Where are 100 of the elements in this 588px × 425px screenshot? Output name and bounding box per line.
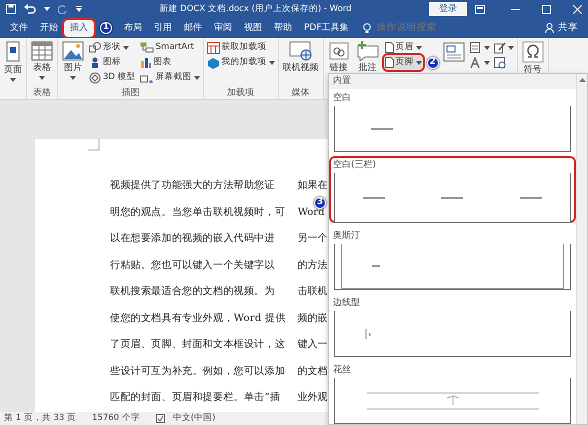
sign-in-button[interactable]: 登录 [429,2,467,16]
status-text: 第 1 页，共 33 页 [4,412,76,425]
group-label: 表格 [32,87,52,99]
group-label: 加载项 [226,87,256,99]
ribbon-tab[interactable]: 开始 [34,20,64,36]
ribbon-tab[interactable]: 邮件 [178,20,208,36]
text-line: 频的嵌 [298,312,328,324]
footer-preview[interactable] [334,244,571,290]
window-title: 新建 DOCX 文档.docx (用户上次保存的) - Word [159,2,352,16]
ribbon-button[interactable]: 页脚 [384,55,423,70]
pen-icon [494,42,506,54]
text-line: 视频提供了功能强大的方法帮助您证 [110,179,276,192]
text-line: 行粘贴。您也可以键入一个关键字以 [110,258,276,272]
text-line: 的文档 [298,364,328,378]
scrollbar[interactable] [576,74,587,424]
close-icon[interactable] [573,4,582,14]
caret-icon [194,76,200,80]
ribbon-button[interactable]: 形状 [88,40,137,55]
save-icon[interactable] [6,4,16,14]
ribbon-button[interactable]: 图标 [88,55,137,70]
ribbon-tab[interactable]: 审阅 [208,20,238,36]
ribbon-button[interactable]: 3D 模型 [88,70,137,85]
caret-icon [70,76,76,80]
ribbon-button[interactable]: 链接 [326,40,352,75]
footer-preview[interactable] [334,311,571,357]
omega-icon [522,41,544,63]
share-button[interactable]: 共享 [539,20,584,36]
figure-icon [89,57,101,68]
caret-icon [10,78,16,82]
person-icon [545,23,554,33]
placeholder-mark [371,128,393,130]
picture-icon [62,41,84,61]
ribbon-button[interactable]: 联机视频 [280,40,321,75]
ribbon-button[interactable] [468,40,491,55]
search-field[interactable]: 操作说明搜索 [374,20,465,36]
undo-icon[interactable] [24,4,36,14]
ribbon-button[interactable]: 图表 [138,55,201,70]
text-line: 联机搜索最适合您的文档的视频。为 [110,285,276,298]
ribbon-tab[interactable]: 文件 [4,20,34,36]
scroll-up-icon[interactable] [578,78,586,82]
ribbon-tab[interactable]: 布局 [118,20,148,36]
gallery-item-label: 花丝 [333,364,352,376]
ribbon-tab[interactable]: 帮助 [268,20,298,36]
gallery-heading: 内置 [329,74,576,89]
ribbon-button[interactable] [468,55,491,70]
status-text: 中文(中国) [172,412,216,425]
ribbon-button[interactable]: 我的加载项 [206,55,276,70]
text-line: 以在想要添加的视频的嵌入代码中进 [110,232,276,245]
video-icon [288,41,313,61]
group-label: 插图 [120,87,140,99]
bar-chart-icon [140,57,152,68]
ribbon-tab[interactable]: 视图 [238,20,268,36]
text-line: 的方法 [298,258,328,272]
placeholder-mark [441,196,464,198]
footer-preview[interactable] [334,378,571,424]
caret-icon [39,76,45,80]
diagram-icon [140,42,154,53]
redo-icon [58,4,68,14]
page-number-mark [365,328,371,338]
cube-icon [89,72,101,84]
text-line: 使您的文档具有专业外观，Word 提供 [110,312,286,324]
footer-preview[interactable] [334,173,571,223]
gallery-item-label: 空白(三栏) [333,159,378,171]
caret-icon [44,7,50,11]
table-icon [31,41,53,61]
customize-icon[interactable] [76,6,82,12]
caret-icon [484,46,490,50]
status-text: 15760 个字 [92,412,140,425]
document-icon [384,57,394,68]
ribbon-tab[interactable]: 引用 [148,20,178,36]
ribbon-tab[interactable]: 插入 [64,20,94,36]
ribbon-button[interactable]: 屏幕截图 [138,70,201,85]
box-icon [206,56,220,68]
ribbon-button[interactable]: 图片 [60,40,86,81]
caret-icon [416,46,422,50]
caret-icon [508,46,514,50]
footer-preview[interactable] [334,106,571,152]
gallery-item-label: 奥斯汀 [333,230,361,242]
ribbon-button[interactable]: 页面 [2,40,24,83]
store-icon [206,42,220,54]
list-icon [470,42,482,53]
ribbon-button[interactable] [440,40,467,64]
group-label: 媒体 [290,87,311,99]
ribbon-button[interactable]: 批注 [354,40,382,75]
text-line: 些设计可互为补充。例如，您可以添加 [110,364,286,378]
ribbon-display-icon[interactable] [475,4,485,14]
ribbon-tab[interactable]: PDF工具集 [298,20,355,36]
maximize-icon[interactable] [542,4,551,14]
ribbon-button[interactable]: 获取加载项 [206,40,276,55]
crop-mark-icon [88,139,100,151]
calendar-icon [494,56,506,68]
page-icon [4,41,22,63]
document-icon [384,42,394,53]
caret-icon [123,46,129,50]
ribbon-button[interactable] [492,40,515,55]
ribbon-button[interactable]: 页眉 [384,40,439,55]
ribbon-button[interactable]: 表格 [29,40,55,81]
ribbon-button[interactable]: SmartArt [138,40,201,55]
caret-icon [268,60,275,64]
placeholder-mark [363,196,386,198]
